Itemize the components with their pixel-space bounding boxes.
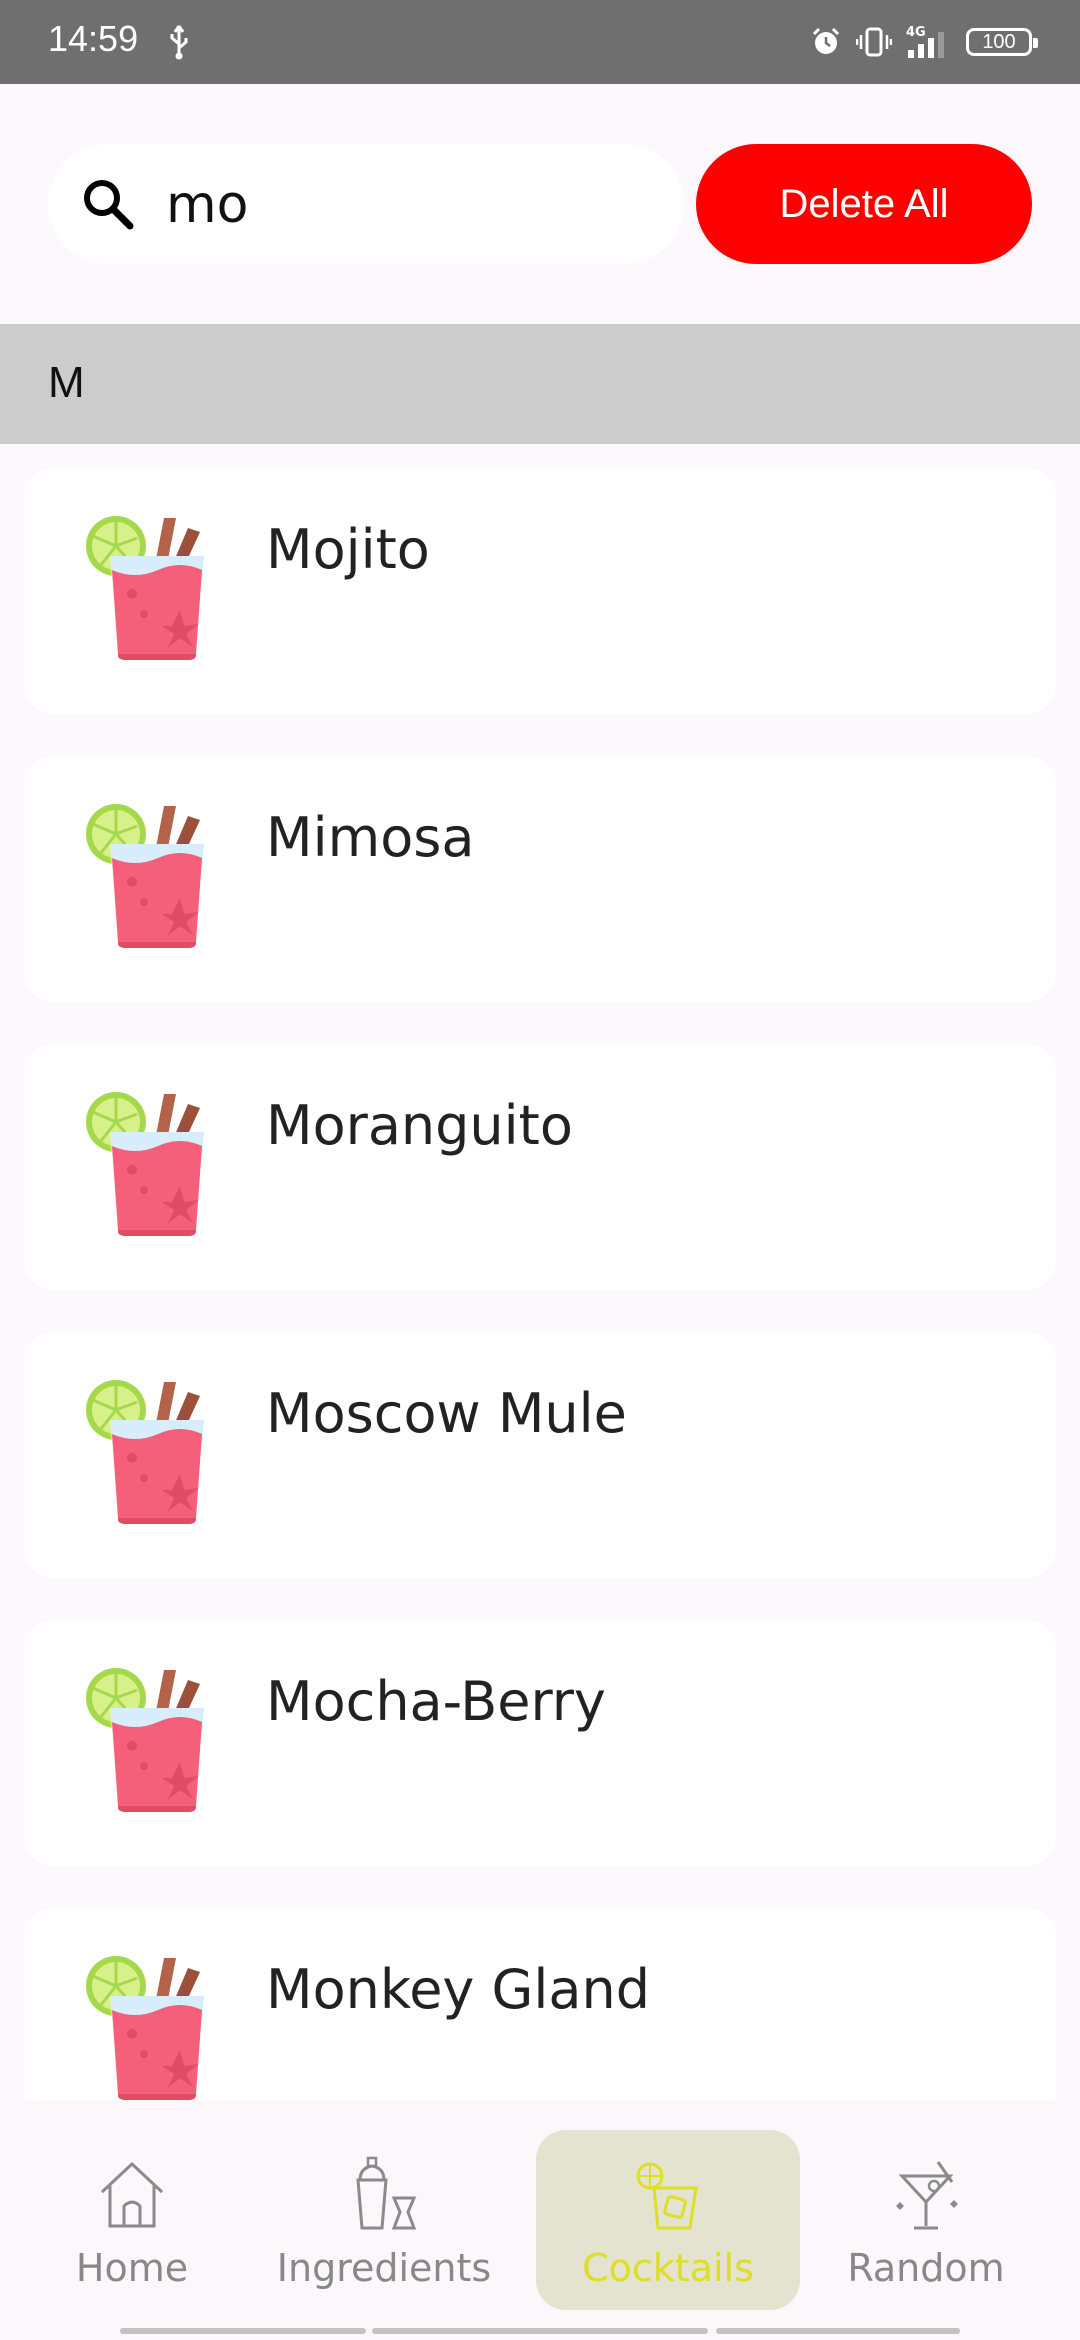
cocktail-name: Mimosa (266, 806, 475, 869)
nav-ingredients-label: Ingredients (276, 2246, 492, 2290)
list-item[interactable]: Moscow Mule (24, 1332, 1056, 1578)
nav-home[interactable]: Home (0, 2130, 264, 2310)
status-time: 14:59 (48, 18, 139, 59)
cocktail-glass-icon (84, 1378, 206, 1526)
list-item[interactable]: Moranguito (24, 1044, 1056, 1290)
gesture-bar-segment (716, 2328, 960, 2334)
nav-random-label: Random (847, 2246, 1005, 2290)
cocktail-list: Mojito Mimosa Moranguito Moscow Mule Moc… (0, 444, 1080, 2100)
nav-home-label: Home (75, 2246, 189, 2290)
list-item[interactable]: Mojito (24, 468, 1056, 714)
search-input[interactable] (164, 168, 648, 242)
status-bar: 14:59 4G 100 (0, 0, 1080, 84)
battery-level: 100 (982, 30, 1016, 53)
status-icons: 4G 100 (810, 22, 1038, 62)
home-icon (100, 2162, 164, 2228)
cocktail-glass-icon (84, 1090, 206, 1238)
nav-random[interactable]: Random (794, 2130, 1058, 2310)
cocktail-name: Moscow Mule (266, 1382, 627, 1445)
cocktail-glass-icon (84, 1954, 206, 2100)
martini-icon (896, 2161, 958, 2230)
svg-text:4G: 4G (906, 25, 926, 40)
cocktail-glass-icon (84, 802, 206, 950)
cocktail-glass-icon (84, 514, 206, 662)
cocktail-name: Monkey Gland (266, 1958, 650, 2021)
list-item[interactable]: Mocha-Berry (24, 1620, 1056, 1866)
nav-ingredients[interactable]: Ingredients (252, 2130, 516, 2310)
nav-cocktails-label: Cocktails (582, 2246, 754, 2290)
gesture-bar-segment (372, 2328, 708, 2334)
bottom-navigation: Home Ingredients Cocktails Random (0, 2100, 1080, 2340)
cocktail-name: Mocha-Berry (266, 1670, 606, 1733)
nav-cocktails[interactable]: Cocktails (536, 2130, 800, 2310)
battery-indicator: 100 (966, 28, 1038, 56)
usb-icon (170, 25, 188, 60)
cocktail-glass-icon (84, 1666, 206, 1814)
cocktail-name: Moranguito (266, 1094, 573, 1157)
list-item[interactable]: Monkey Gland (24, 1908, 1056, 2100)
alarm-icon (812, 27, 840, 54)
list-item[interactable]: Mimosa (24, 756, 1056, 1002)
shaker-icon (356, 2156, 417, 2230)
signal-icon: 4G (906, 25, 944, 58)
vibrate-icon (856, 27, 892, 57)
gesture-bar-segment (120, 2328, 366, 2334)
search-icon (84, 180, 134, 230)
section-header: M (0, 324, 1080, 444)
section-letter: M (48, 358, 85, 407)
search-bar[interactable] (48, 144, 684, 264)
delete-all-button[interactable]: Delete All (696, 144, 1032, 264)
cocktail-icon (636, 2162, 698, 2230)
cocktail-name: Mojito (266, 518, 430, 581)
